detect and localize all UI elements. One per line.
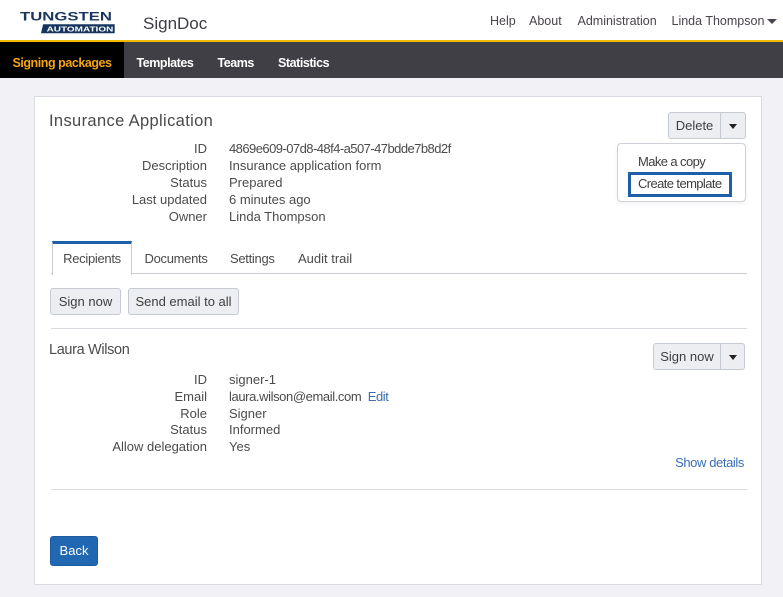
svg-text:TUNGSTEN: TUNGSTEN — [20, 11, 112, 23]
svg-text:AUTOMATION: AUTOMATION — [47, 25, 114, 34]
